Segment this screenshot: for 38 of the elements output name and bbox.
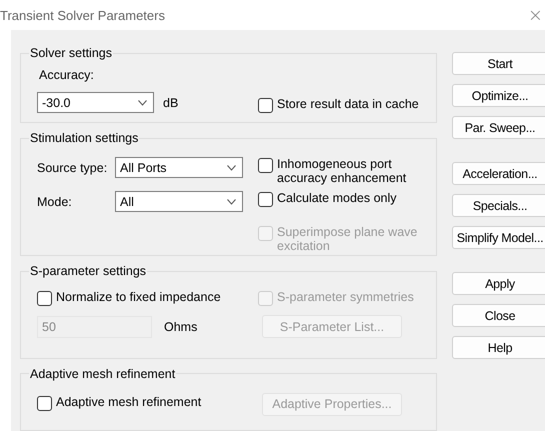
group-title: Adaptive mesh refinement (29, 366, 176, 381)
push-button[interactable]: Start (452, 52, 545, 75)
group-title: S-parameter settings (29, 264, 148, 278)
checkbox[interactable] (37, 396, 52, 412)
push-button[interactable]: Close (452, 304, 545, 327)
checkbox[interactable] (258, 158, 273, 174)
checkbox-label: Calculate modes only (277, 191, 398, 206)
caret-icon[interactable] (227, 164, 236, 171)
push-button[interactable]: Acceleration... (452, 162, 545, 185)
caret-icon[interactable] (227, 198, 236, 205)
unit-label: Ohms (164, 320, 198, 334)
group-title: Solver settings (29, 46, 113, 60)
push-button[interactable]: Optimize... (452, 84, 545, 107)
checkbox-label: Inhomogeneous port accuracy enhancement (277, 157, 408, 186)
checkbox-label: Store result data in cache (277, 97, 420, 111)
checkbox[interactable] (37, 291, 52, 306)
caret-icon[interactable] (138, 100, 147, 106)
push-button[interactable]: Simplify Model... (452, 226, 545, 249)
dropdown[interactable]: All (115, 191, 243, 212)
checkbox-label: Adaptive mesh refinement (56, 395, 202, 410)
checkbox-label: Normalize to fixed impedance (56, 290, 221, 304)
close-button[interactable]: × (528, 4, 545, 26)
field-label: Source type: (37, 160, 108, 175)
unit-label: dB (163, 96, 178, 110)
push-button[interactable]: Specials... (452, 194, 545, 217)
push-button[interactable]: Apply (452, 272, 545, 295)
push-button[interactable]: Help (452, 336, 545, 359)
checkbox[interactable] (258, 192, 273, 208)
dropdown[interactable]: All Ports (115, 157, 243, 178)
checkbox-label: Superimpose plane wave excitation (277, 225, 418, 254)
field-label: Mode: (37, 194, 73, 209)
checkbox[interactable] (258, 98, 273, 113)
checkbox-label: S-parameter symmetries (277, 290, 415, 304)
dropdown[interactable]: -30.0 (37, 92, 154, 113)
window-title: Transient Solver Parameters (0, 8, 165, 22)
group-title: Stimulation settings (29, 131, 140, 146)
push-button[interactable]: Par. Sweep... (452, 116, 545, 139)
field-label: Accuracy: (38, 67, 95, 84)
